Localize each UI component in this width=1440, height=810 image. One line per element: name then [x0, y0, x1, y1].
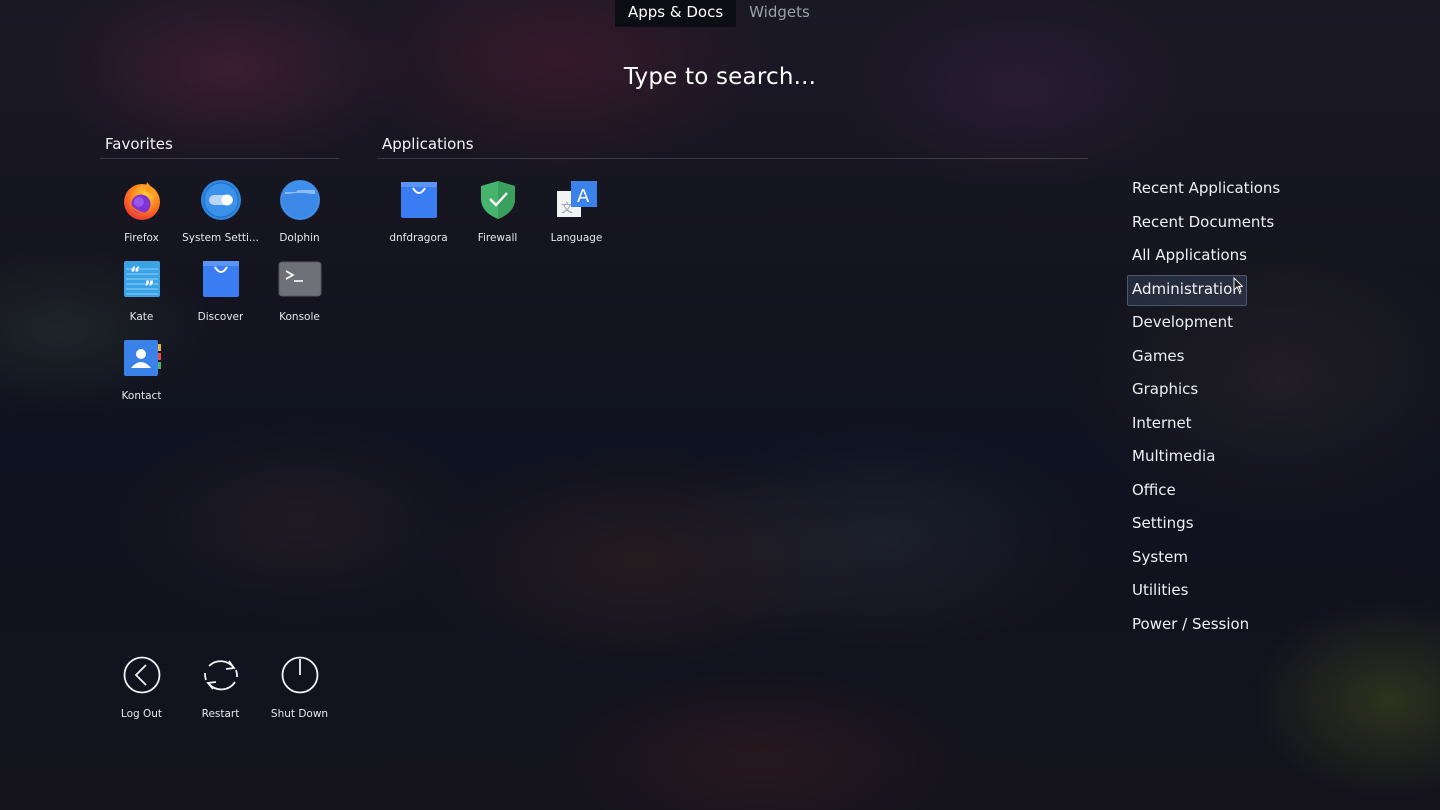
category-games[interactable]: Games [1127, 342, 1285, 373]
tab-apps-docs[interactable]: Apps & Docs [615, 0, 737, 27]
power-icon [277, 654, 323, 697]
search-prompt[interactable]: Type to search... [0, 64, 1440, 90]
mouse-pointer-icon [1233, 277, 1243, 293]
app-language[interactable]: 文 A Language [537, 178, 616, 243]
applications-grid: dnfdragora Firewall 文 A Language [379, 178, 616, 243]
favorite-label: Kontact [121, 389, 162, 401]
restart-icon [198, 654, 244, 697]
category-office[interactable]: Office [1127, 476, 1285, 507]
svg-text:”: ” [144, 277, 155, 296]
favorite-dolphin[interactable]: Dolphin [260, 178, 339, 243]
category-recent-applications[interactable]: Recent Applications [1127, 174, 1285, 205]
power-label: Shut Down [270, 707, 329, 719]
favorite-konsole[interactable]: Konsole [260, 257, 339, 322]
applications-heading: Applications [377, 135, 1088, 159]
logout-button[interactable]: Log Out [102, 654, 181, 719]
favorites-grid: Firefox System Setti... Dolphin “ ” Kate… [102, 178, 339, 401]
category-settings[interactable]: Settings [1127, 509, 1285, 540]
favorite-label: Kate [129, 310, 154, 322]
favorites-heading: Favorites [100, 135, 339, 159]
discover-bag-icon [198, 257, 244, 301]
category-power-session[interactable]: Power / Session [1127, 610, 1285, 641]
favorite-firefox[interactable]: Firefox [102, 178, 181, 243]
app-label: Language [550, 231, 603, 243]
restart-button[interactable]: Restart [181, 654, 260, 719]
shopping-bag-icon [396, 178, 442, 222]
favorite-label: Konsole [279, 310, 320, 322]
category-internet[interactable]: Internet [1127, 409, 1285, 440]
tab-bar: Apps & Docs Widgets [615, 0, 823, 27]
language-icon: 文 A [554, 178, 600, 222]
terminal-icon [277, 257, 323, 301]
category-list: Recent Applications Recent Documents All… [1127, 174, 1285, 643]
app-dnfdragora[interactable]: dnfdragora [379, 178, 458, 243]
favorite-kate[interactable]: “ ” Kate [102, 257, 181, 322]
svg-text:A: A [577, 186, 590, 207]
category-development[interactable]: Development [1127, 308, 1285, 339]
system-settings-icon [198, 178, 244, 222]
app-label: dnfdragora [389, 231, 448, 243]
power-label: Restart [201, 707, 240, 719]
power-label: Log Out [120, 707, 163, 719]
favorite-discover[interactable]: Discover [181, 257, 260, 322]
shutdown-button[interactable]: Shut Down [260, 654, 339, 719]
favorite-label: Discover [197, 310, 244, 322]
category-all-applications[interactable]: All Applications [1127, 241, 1285, 272]
tab-widgets[interactable]: Widgets [736, 0, 823, 27]
logout-icon [119, 654, 165, 697]
favorite-kontact[interactable]: Kontact [102, 336, 181, 401]
favorite-label: System Setti... [182, 231, 259, 243]
app-firewall[interactable]: Firewall [458, 178, 537, 243]
shield-check-icon [475, 178, 521, 222]
kate-editor-icon: “ ” [119, 257, 165, 301]
category-system[interactable]: System [1127, 543, 1285, 574]
dolphin-folder-icon [277, 178, 323, 222]
favorite-system-settings[interactable]: System Setti... [181, 178, 260, 243]
favorite-label: Dolphin [279, 231, 320, 243]
favorite-label: Firefox [124, 231, 159, 243]
app-label: Firewall [477, 231, 518, 243]
svg-text:“: “ [130, 263, 141, 282]
category-utilities[interactable]: Utilities [1127, 576, 1285, 607]
category-recent-documents[interactable]: Recent Documents [1127, 208, 1285, 239]
category-multimedia[interactable]: Multimedia [1127, 442, 1285, 473]
firefox-icon [119, 178, 165, 222]
contacts-icon [119, 336, 165, 380]
category-administration[interactable]: Administration [1127, 274, 1247, 306]
power-session-grid: Log Out Restart Shut Down [102, 654, 339, 719]
category-graphics[interactable]: Graphics [1127, 375, 1285, 406]
